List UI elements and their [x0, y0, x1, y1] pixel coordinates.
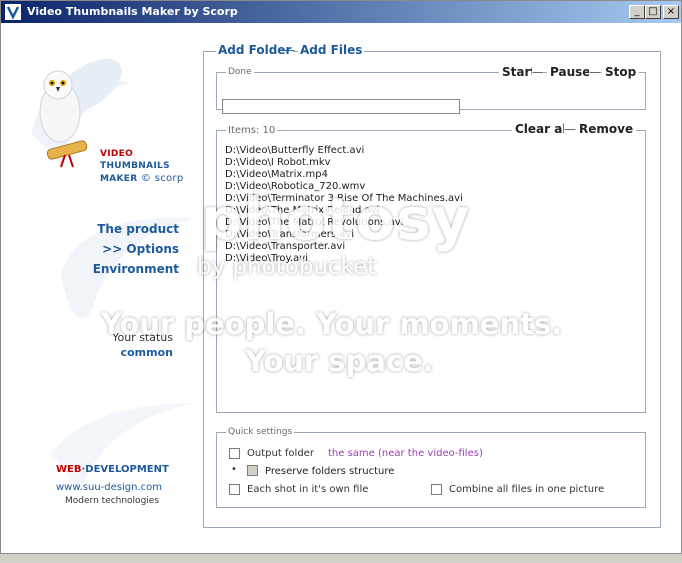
- combine-files-label: Combine all files in one picture: [449, 484, 605, 495]
- close-button[interactable]: ×: [663, 5, 679, 19]
- window-title: Video Thumbnails Maker by Scorp: [27, 5, 238, 18]
- file-list-item[interactable]: D:\Video\Butterfly Effect.avi: [225, 145, 364, 156]
- bullet-icon: •: [231, 464, 237, 475]
- brand-line3: MAKER: [100, 174, 138, 184]
- brand-line2: THUMBNAILS: [100, 161, 170, 171]
- maximize-button[interactable]: □: [645, 5, 661, 19]
- status-value: common: [120, 346, 173, 359]
- items-count-label: Items: 10: [226, 125, 278, 136]
- web-development-label: WEB·DEVELOPMENT: [56, 464, 169, 475]
- left-sidebar: VIDEO THUMBNAILS MAKER © scorp The produ…: [1, 23, 201, 555]
- output-folder-label: Output folder: [247, 448, 314, 459]
- quick-settings-label: Quick settings: [226, 427, 295, 437]
- brand-copyright: © scorp: [140, 173, 184, 184]
- combine-files-checkbox[interactable]: [431, 484, 442, 495]
- brand-line1: VIDEO: [100, 149, 134, 159]
- progress-label: Done: [226, 67, 254, 77]
- app-icon: [5, 4, 21, 20]
- website-link[interactable]: www.suu-design.com: [56, 482, 162, 493]
- separator-dash: —: [564, 122, 576, 136]
- each-shot-label: Each shot in it's own file: [247, 484, 369, 495]
- web-prefix: WEB: [56, 464, 82, 475]
- watermark-logo: photosy: [201, 185, 471, 253]
- brand-maker-row: MAKER © scorp: [100, 173, 184, 184]
- progress-bar: [222, 99, 460, 114]
- file-list-item[interactable]: D:\Video\Matrix.mp4: [225, 169, 328, 180]
- add-folder-button[interactable]: Add Folder: [216, 43, 294, 57]
- file-list-item[interactable]: D:\Video\I Robot.mkv: [225, 157, 331, 168]
- nav-environment[interactable]: Environment: [93, 262, 179, 276]
- tagline: Modern technologies: [65, 496, 160, 506]
- watermark-by: by photobucket: [197, 254, 377, 280]
- separator-dash: —: [532, 65, 544, 79]
- web-suffix: DEVELOPMENT: [85, 464, 169, 475]
- separator-dash: —: [283, 43, 295, 57]
- brand-video: VIDEO: [100, 149, 133, 159]
- watermark-line2: Your space.: [245, 344, 434, 378]
- output-folder-checkbox[interactable]: [229, 448, 240, 459]
- stop-button[interactable]: Stop: [602, 65, 640, 79]
- minimize-button[interactable]: _: [629, 5, 645, 19]
- pause-button[interactable]: Pause: [547, 65, 594, 79]
- preserve-structure-checkbox[interactable]: [247, 465, 258, 476]
- preserve-structure-label: Preserve folders structure: [265, 466, 395, 477]
- nav-the-product[interactable]: The product: [97, 222, 179, 236]
- title-bar[interactable]: Video Thumbnails Maker by Scorp _ □ ×: [1, 1, 681, 23]
- nav-options[interactable]: >> Options: [102, 242, 179, 256]
- watermark-line1: Your people. Your moments.: [101, 307, 563, 341]
- remove-button[interactable]: Remove: [576, 122, 637, 136]
- each-shot-checkbox[interactable]: [229, 484, 240, 495]
- app-window: Video Thumbnails Maker by Scorp _ □ × VI…: [0, 0, 682, 554]
- output-folder-value[interactable]: the same (near the video-files): [328, 448, 483, 459]
- add-files-button[interactable]: Add Files: [298, 43, 365, 57]
- separator-dash: —: [589, 65, 601, 79]
